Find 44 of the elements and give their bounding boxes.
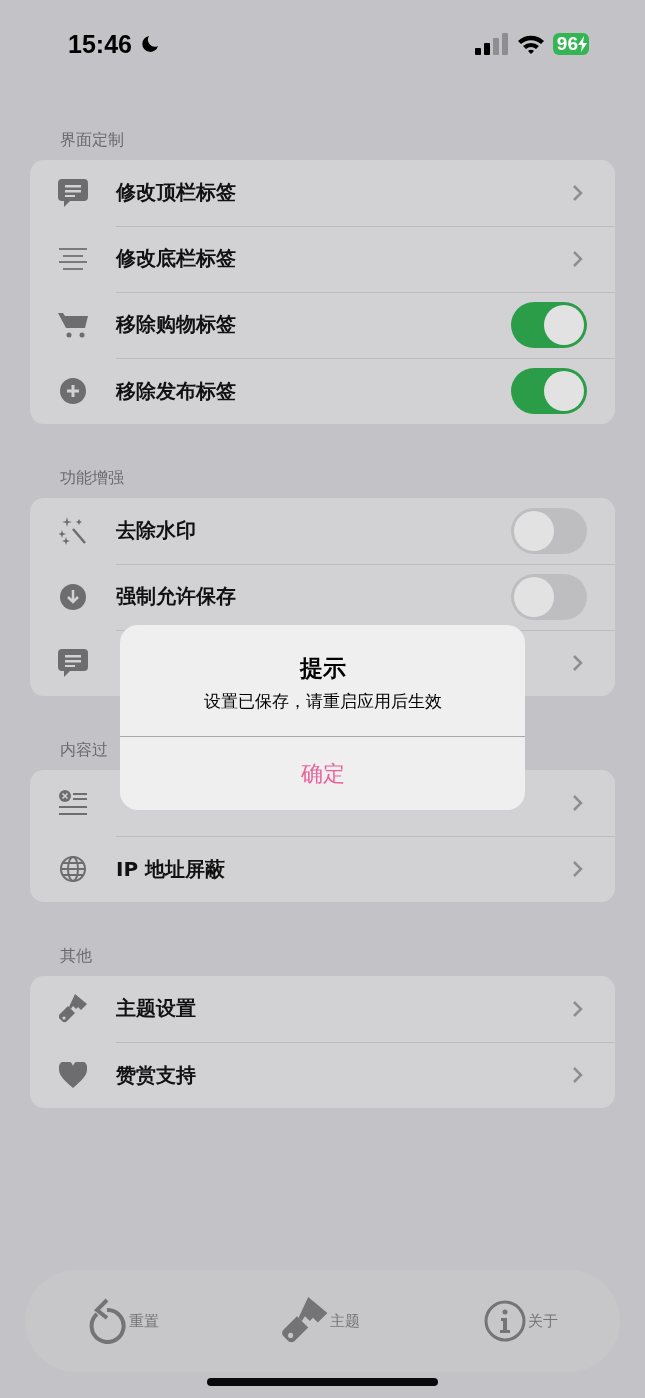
toggle-switch[interactable] xyxy=(511,368,587,414)
paint-brush-icon xyxy=(59,994,87,1024)
section-header: 内容过 xyxy=(59,740,109,760)
row-label[interactable]: 修改底栏标签 xyxy=(116,245,236,272)
wifi-icon xyxy=(516,33,545,55)
lines-icon xyxy=(59,248,87,270)
section-header: 界面定制 xyxy=(59,130,125,150)
chevron-icon xyxy=(572,999,583,1018)
row-label[interactable]: IP 地址屏蔽 xyxy=(116,855,226,883)
dialog-message: 设置已保存，请重启应用后生效 xyxy=(203,690,442,713)
row-label[interactable]: 修改顶栏标签 xyxy=(116,179,236,206)
chevron-icon xyxy=(572,1066,583,1084)
row-label[interactable]: 主题设置 xyxy=(116,995,196,1022)
battery-indicator: 96 xyxy=(552,33,589,55)
globe-icon xyxy=(60,856,86,882)
cart-icon xyxy=(58,312,88,338)
row-label[interactable]: 移除购物标签 xyxy=(116,311,236,338)
row-label[interactable]: 强制允许保存 xyxy=(116,583,236,610)
chat-bubble-icon xyxy=(58,179,88,207)
paint-brush-icon[interactable] xyxy=(282,1297,329,1345)
chevron-icon xyxy=(572,249,583,268)
list-remove-icon xyxy=(59,790,87,816)
section-header: 其他 xyxy=(59,946,93,966)
dialog-title: 提示 xyxy=(299,654,346,683)
chat-bubble-icon xyxy=(58,649,88,677)
row-label[interactable]: 去除水印 xyxy=(116,517,196,544)
chevron-icon xyxy=(572,183,583,202)
info-icon[interactable] xyxy=(484,1300,527,1342)
download-circle-icon xyxy=(60,584,86,610)
row-label[interactable]: 赞赏支持 xyxy=(116,1061,196,1089)
toggle-switch[interactable] xyxy=(511,507,587,554)
chevron-icon xyxy=(572,654,583,672)
heart-icon xyxy=(59,1062,87,1088)
moon-icon xyxy=(139,34,160,54)
chevron-icon xyxy=(572,860,583,878)
row-label[interactable]: 移除发布标签 xyxy=(116,377,236,405)
chevron-icon xyxy=(572,793,583,812)
section-header: 功能增强 xyxy=(59,468,125,488)
plus-circle-icon xyxy=(60,378,86,404)
status-time: 15:46 xyxy=(68,29,132,59)
toggle-switch[interactable] xyxy=(511,301,587,348)
toggle-switch[interactable] xyxy=(511,573,587,620)
signal-icon xyxy=(474,33,509,55)
magic-wand-icon xyxy=(59,517,87,545)
